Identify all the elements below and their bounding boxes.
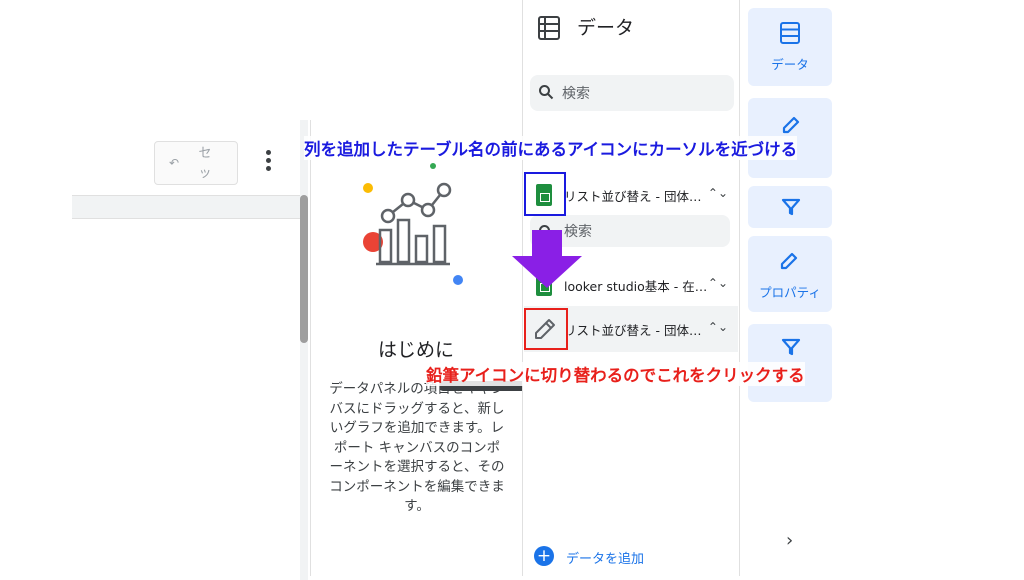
data-source-name: リスト並び替え - 団体…	[564, 323, 702, 338]
rail-data-label: データ	[771, 57, 809, 72]
expand-collapse-icon[interactable]: ⌃⌄	[708, 186, 728, 200]
undo-icon: ↶	[169, 156, 180, 170]
reset-button-label: セッ	[198, 146, 212, 181]
down-arrow-icon	[512, 230, 582, 288]
getting-started-body: データパネルの項目をキャンバスにドラッグすると、新しいグラフを追加できます。レポ…	[329, 381, 505, 514]
filter-icon	[781, 198, 801, 216]
rail-data-button[interactable]: データ	[748, 8, 832, 86]
rail-properties-label: プロパティ	[759, 285, 821, 300]
data-source-name: リスト並び替え - 団体…	[564, 189, 702, 204]
chart-illustration-icon	[363, 163, 463, 285]
chevron-right-icon[interactable]: ›	[786, 530, 793, 551]
annotation-hover-instruction: 列を追加したテーブル名の前にあるアイコンにカーソルを近づける	[304, 136, 798, 160]
rail-filter-button[interactable]	[748, 186, 832, 228]
expand-collapse-icon[interactable]: ⌃⌄	[708, 276, 728, 290]
canvas-header-band	[72, 195, 300, 219]
data-table-icon	[538, 16, 560, 40]
search-input[interactable]: 検索	[530, 75, 734, 111]
panel-divider	[310, 120, 311, 576]
filter-icon	[781, 338, 801, 356]
search-icon	[539, 85, 554, 100]
reset-button[interactable]: ↶ セッ	[154, 141, 238, 185]
pencil-icon	[780, 252, 798, 270]
pencil-icon[interactable]	[532, 316, 558, 342]
data-table-icon	[780, 22, 800, 44]
getting-started-title: はじめに	[377, 339, 454, 361]
search-placeholder: 検索	[562, 86, 590, 102]
data-panel-title: データ	[577, 17, 635, 39]
annotation-click-instruction: 鉛筆アイコンに切り替わるのでこれをクリックする	[426, 362, 805, 386]
rail-properties-button[interactable]: プロパティ	[748, 236, 832, 312]
scrollbar-thumb[interactable]	[300, 195, 308, 343]
expand-collapse-icon[interactable]: ⌃⌄	[708, 320, 728, 334]
scrollbar-track[interactable]	[300, 120, 308, 580]
add-data-label: データを追加	[566, 552, 645, 567]
data-source-name: looker studio基本 - 在…	[564, 279, 708, 294]
more-options-icon[interactable]	[262, 150, 274, 176]
add-icon: +	[534, 546, 554, 566]
highlight-box-blue	[524, 172, 566, 216]
pencil-icon	[782, 116, 800, 134]
